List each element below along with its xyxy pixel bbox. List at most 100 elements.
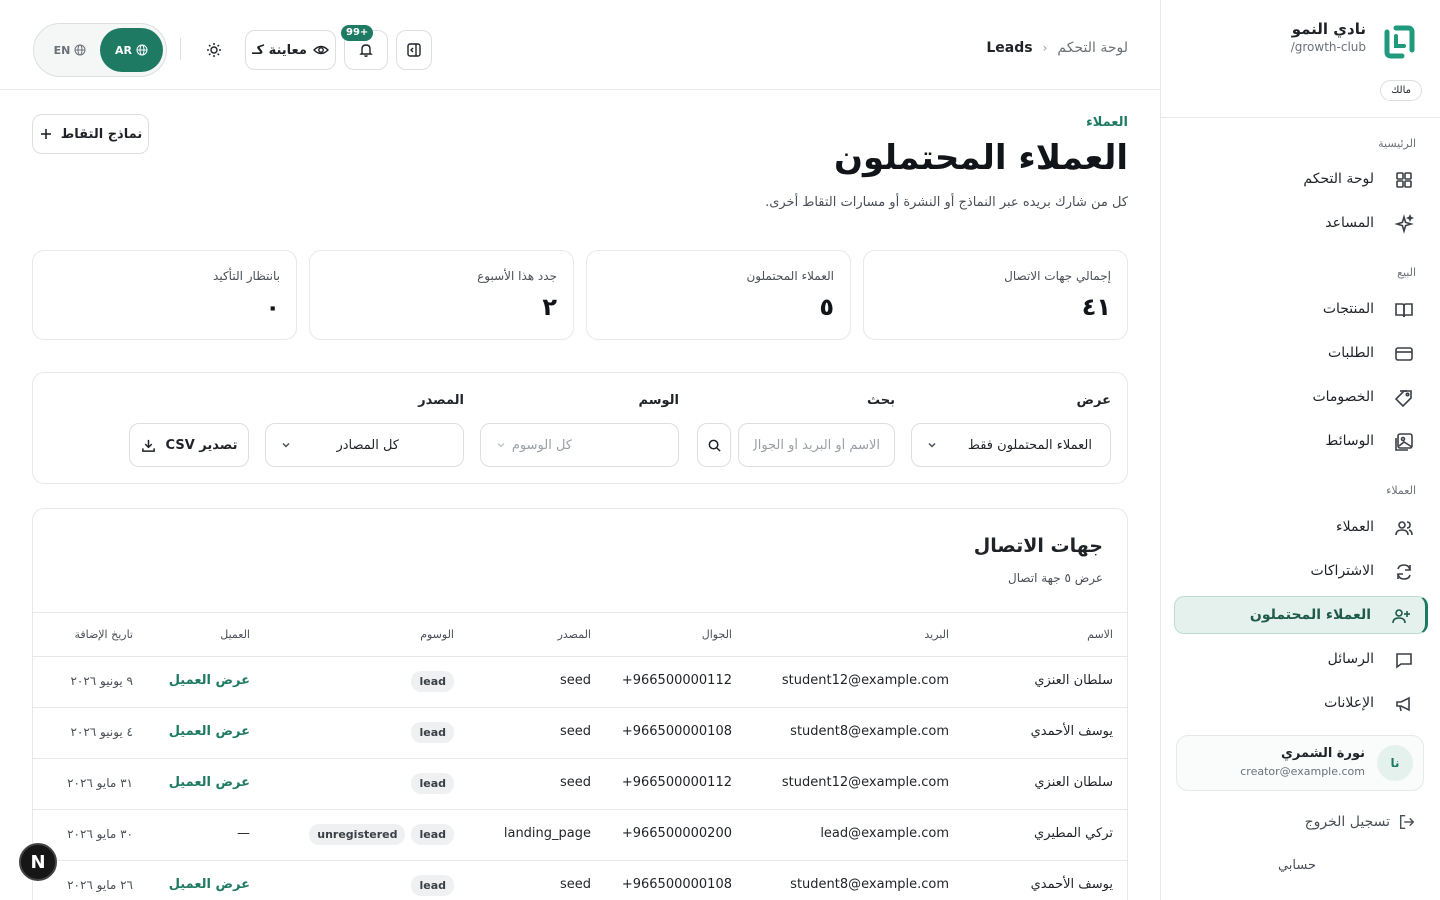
filter-tag-label: الوسم — [638, 393, 679, 408]
stat-card-leads: العملاء المحتملون ٥ — [586, 250, 851, 340]
cell-name: سلطان العنزي — [1034, 775, 1113, 790]
refresh-icon — [1397, 564, 1411, 580]
capture-forms-button[interactable]: نماذج التقاط — [32, 114, 149, 154]
sidebar-item-products[interactable]: المنتجات — [1174, 291, 1428, 329]
cell-phone: +966500000108 — [621, 877, 732, 892]
chevron-down-icon — [497, 442, 505, 448]
plus-icon — [40, 129, 51, 139]
search-button[interactable] — [697, 423, 731, 467]
cell-date-added: ٣١ مايو ٢٠٢٦ — [67, 776, 133, 790]
source-select[interactable]: كل المصادر — [265, 423, 464, 467]
sidebar-item-label: العملاء — [1336, 519, 1374, 535]
cell-date-added: ٣٠ مايو ٢٠٢٦ — [67, 827, 133, 841]
search-field[interactable] — [738, 423, 895, 467]
capture-forms-label: نماذج التقاط — [60, 126, 143, 142]
sidebar-item-label: الاشتراكات — [1310, 563, 1374, 579]
preview-as-button[interactable]: معاينة كـ — [245, 30, 336, 70]
tag-badge: lead — [411, 875, 454, 896]
breadcrumb-parent[interactable]: لوحة التحكم — [1057, 40, 1128, 56]
user-card[interactable]: نا نورة الشمري creator@example.com — [1176, 735, 1424, 791]
sidebar-item-leads[interactable]: العملاء المحتملون — [1174, 596, 1428, 634]
cell-phone: +966500000108 — [621, 724, 732, 739]
column-header-email[interactable]: البريد — [924, 628, 949, 641]
sidebar: نادي النمو /growth-club مالك الرئيسية لو… — [1160, 0, 1440, 900]
table-row[interactable]: تركي المطيري lead@example.com +966500000… — [33, 810, 1127, 861]
cell-email: student8@example.com — [790, 724, 949, 739]
nav-section-customers: العملاء — [1386, 484, 1416, 497]
notifications-badge: +99 — [341, 25, 374, 41]
export-csv-button[interactable]: تصدير CSV — [129, 423, 249, 467]
stat-value: ٢ — [542, 293, 557, 321]
table-row[interactable]: سلطان العنزي student12@example.com +9665… — [33, 657, 1127, 708]
chevron-left-icon: ‹ — [1042, 41, 1048, 55]
logout-button[interactable]: تسجيل الخروج — [1305, 810, 1416, 834]
table-row[interactable]: يوسف الأحمدي student8@example.com +96650… — [33, 708, 1127, 759]
export-csv-label: تصدير CSV — [165, 437, 238, 453]
stat-label: العملاء المحتملون — [746, 269, 834, 283]
language-option-ar[interactable]: AR — [100, 28, 163, 72]
sidebar-item-customers[interactable]: العملاء — [1174, 509, 1428, 547]
column-header-phone[interactable]: الجوال — [702, 628, 732, 641]
preview-as-label: معاينة كـ — [252, 42, 307, 58]
image-icon — [1395, 433, 1413, 451]
tag-badge: lead — [411, 671, 454, 692]
sidebar-item-dashboard[interactable]: لوحة التحكم — [1174, 161, 1428, 199]
theme-toggle-button[interactable] — [196, 34, 232, 66]
account-link[interactable]: حسابي — [1278, 858, 1316, 873]
cell-date-added: ٤ يونيو ٢٠٢٦ — [70, 725, 133, 739]
column-header-name[interactable]: الاسم — [1087, 628, 1113, 641]
brand-header: نادي النمو /growth-club مالك — [1161, 0, 1440, 118]
sidebar-item-subscriptions[interactable]: الاشتراكات — [1174, 553, 1428, 591]
view-client-link[interactable]: عرض العميل — [169, 673, 250, 688]
stat-card-new-this-week: جدد هذا الأسبوع ٢ — [309, 250, 574, 340]
users-icon — [1395, 521, 1413, 536]
topbar: لوحة التحكم ‹ Leads +99 معاينة كـ AR EN — [0, 0, 1160, 90]
sidebar-item-messages[interactable]: الرسائل — [1174, 641, 1428, 679]
dev-tools-badge[interactable]: N — [19, 843, 57, 881]
tag-select[interactable]: كل الوسوم — [480, 423, 679, 467]
cell-name: يوسف الأحمدي — [1030, 724, 1113, 739]
view-select[interactable]: العملاء المحتملون فقط — [911, 423, 1111, 467]
filter-source-label: المصدر — [418, 393, 464, 408]
view-client-link[interactable]: عرض العميل — [169, 775, 250, 790]
tag-icon — [1394, 390, 1412, 408]
cell-phone: +966500000112 — [621, 673, 732, 688]
sidebar-item-label: لوحة التحكم — [1303, 171, 1374, 187]
sidebar-item-discounts[interactable]: الخصومات — [1174, 379, 1428, 417]
dashboard-icon — [1396, 172, 1412, 188]
book-icon — [1395, 303, 1413, 318]
table-header: الاسم البريد الجوال المصدر الوسوم العميل… — [33, 612, 1127, 657]
sidebar-item-orders[interactable]: الطلبات — [1174, 335, 1428, 373]
nav-section-main: الرئيسية — [1378, 137, 1416, 150]
sidebar-item-label: الإعلانات — [1324, 695, 1374, 711]
role-badge: مالك — [1380, 80, 1422, 101]
notifications-button[interactable]: +99 — [341, 25, 388, 70]
sidebar-item-assistant[interactable]: المساعد — [1174, 205, 1428, 243]
nav-section-sales: البيع — [1397, 266, 1416, 279]
column-header-client[interactable]: العميل — [220, 628, 250, 641]
table-row[interactable]: يوسف الأحمدي student8@example.com +96650… — [33, 861, 1127, 900]
user-name: نورة الشمري — [1281, 746, 1365, 761]
cell-source: seed — [559, 775, 591, 790]
bell-icon — [359, 44, 373, 57]
sidebar-item-media[interactable]: الوسائط — [1174, 423, 1428, 461]
view-client-link[interactable]: عرض العميل — [169, 724, 250, 739]
brand-logo-icon — [1382, 22, 1416, 60]
collapse-sidebar-button[interactable] — [396, 30, 432, 70]
logout-label: تسجيل الخروج — [1304, 814, 1390, 830]
column-header-date-added[interactable]: تاريخ الإضافة — [74, 628, 133, 641]
sidebar-item-announcements[interactable]: الإعلانات — [1174, 685, 1428, 723]
table-title: جهات الاتصال — [973, 535, 1103, 557]
search-input[interactable] — [753, 437, 880, 453]
view-client-link[interactable]: عرض العميل — [169, 877, 250, 892]
cell-phone: +966500000200 — [621, 826, 732, 841]
cell-source: landing_page — [503, 826, 591, 841]
page-eyebrow[interactable]: العملاء — [1086, 115, 1128, 130]
cell-tags: lead — [411, 773, 454, 794]
column-header-source[interactable]: المصدر — [558, 628, 591, 641]
column-header-tags[interactable]: الوسوم — [420, 628, 454, 641]
table-row[interactable]: سلطان العنزي student12@example.com +9665… — [33, 759, 1127, 810]
language-toggle: AR EN — [33, 23, 167, 77]
brand-slug: /growth-club — [1290, 40, 1366, 54]
language-option-en[interactable]: EN — [40, 28, 100, 72]
